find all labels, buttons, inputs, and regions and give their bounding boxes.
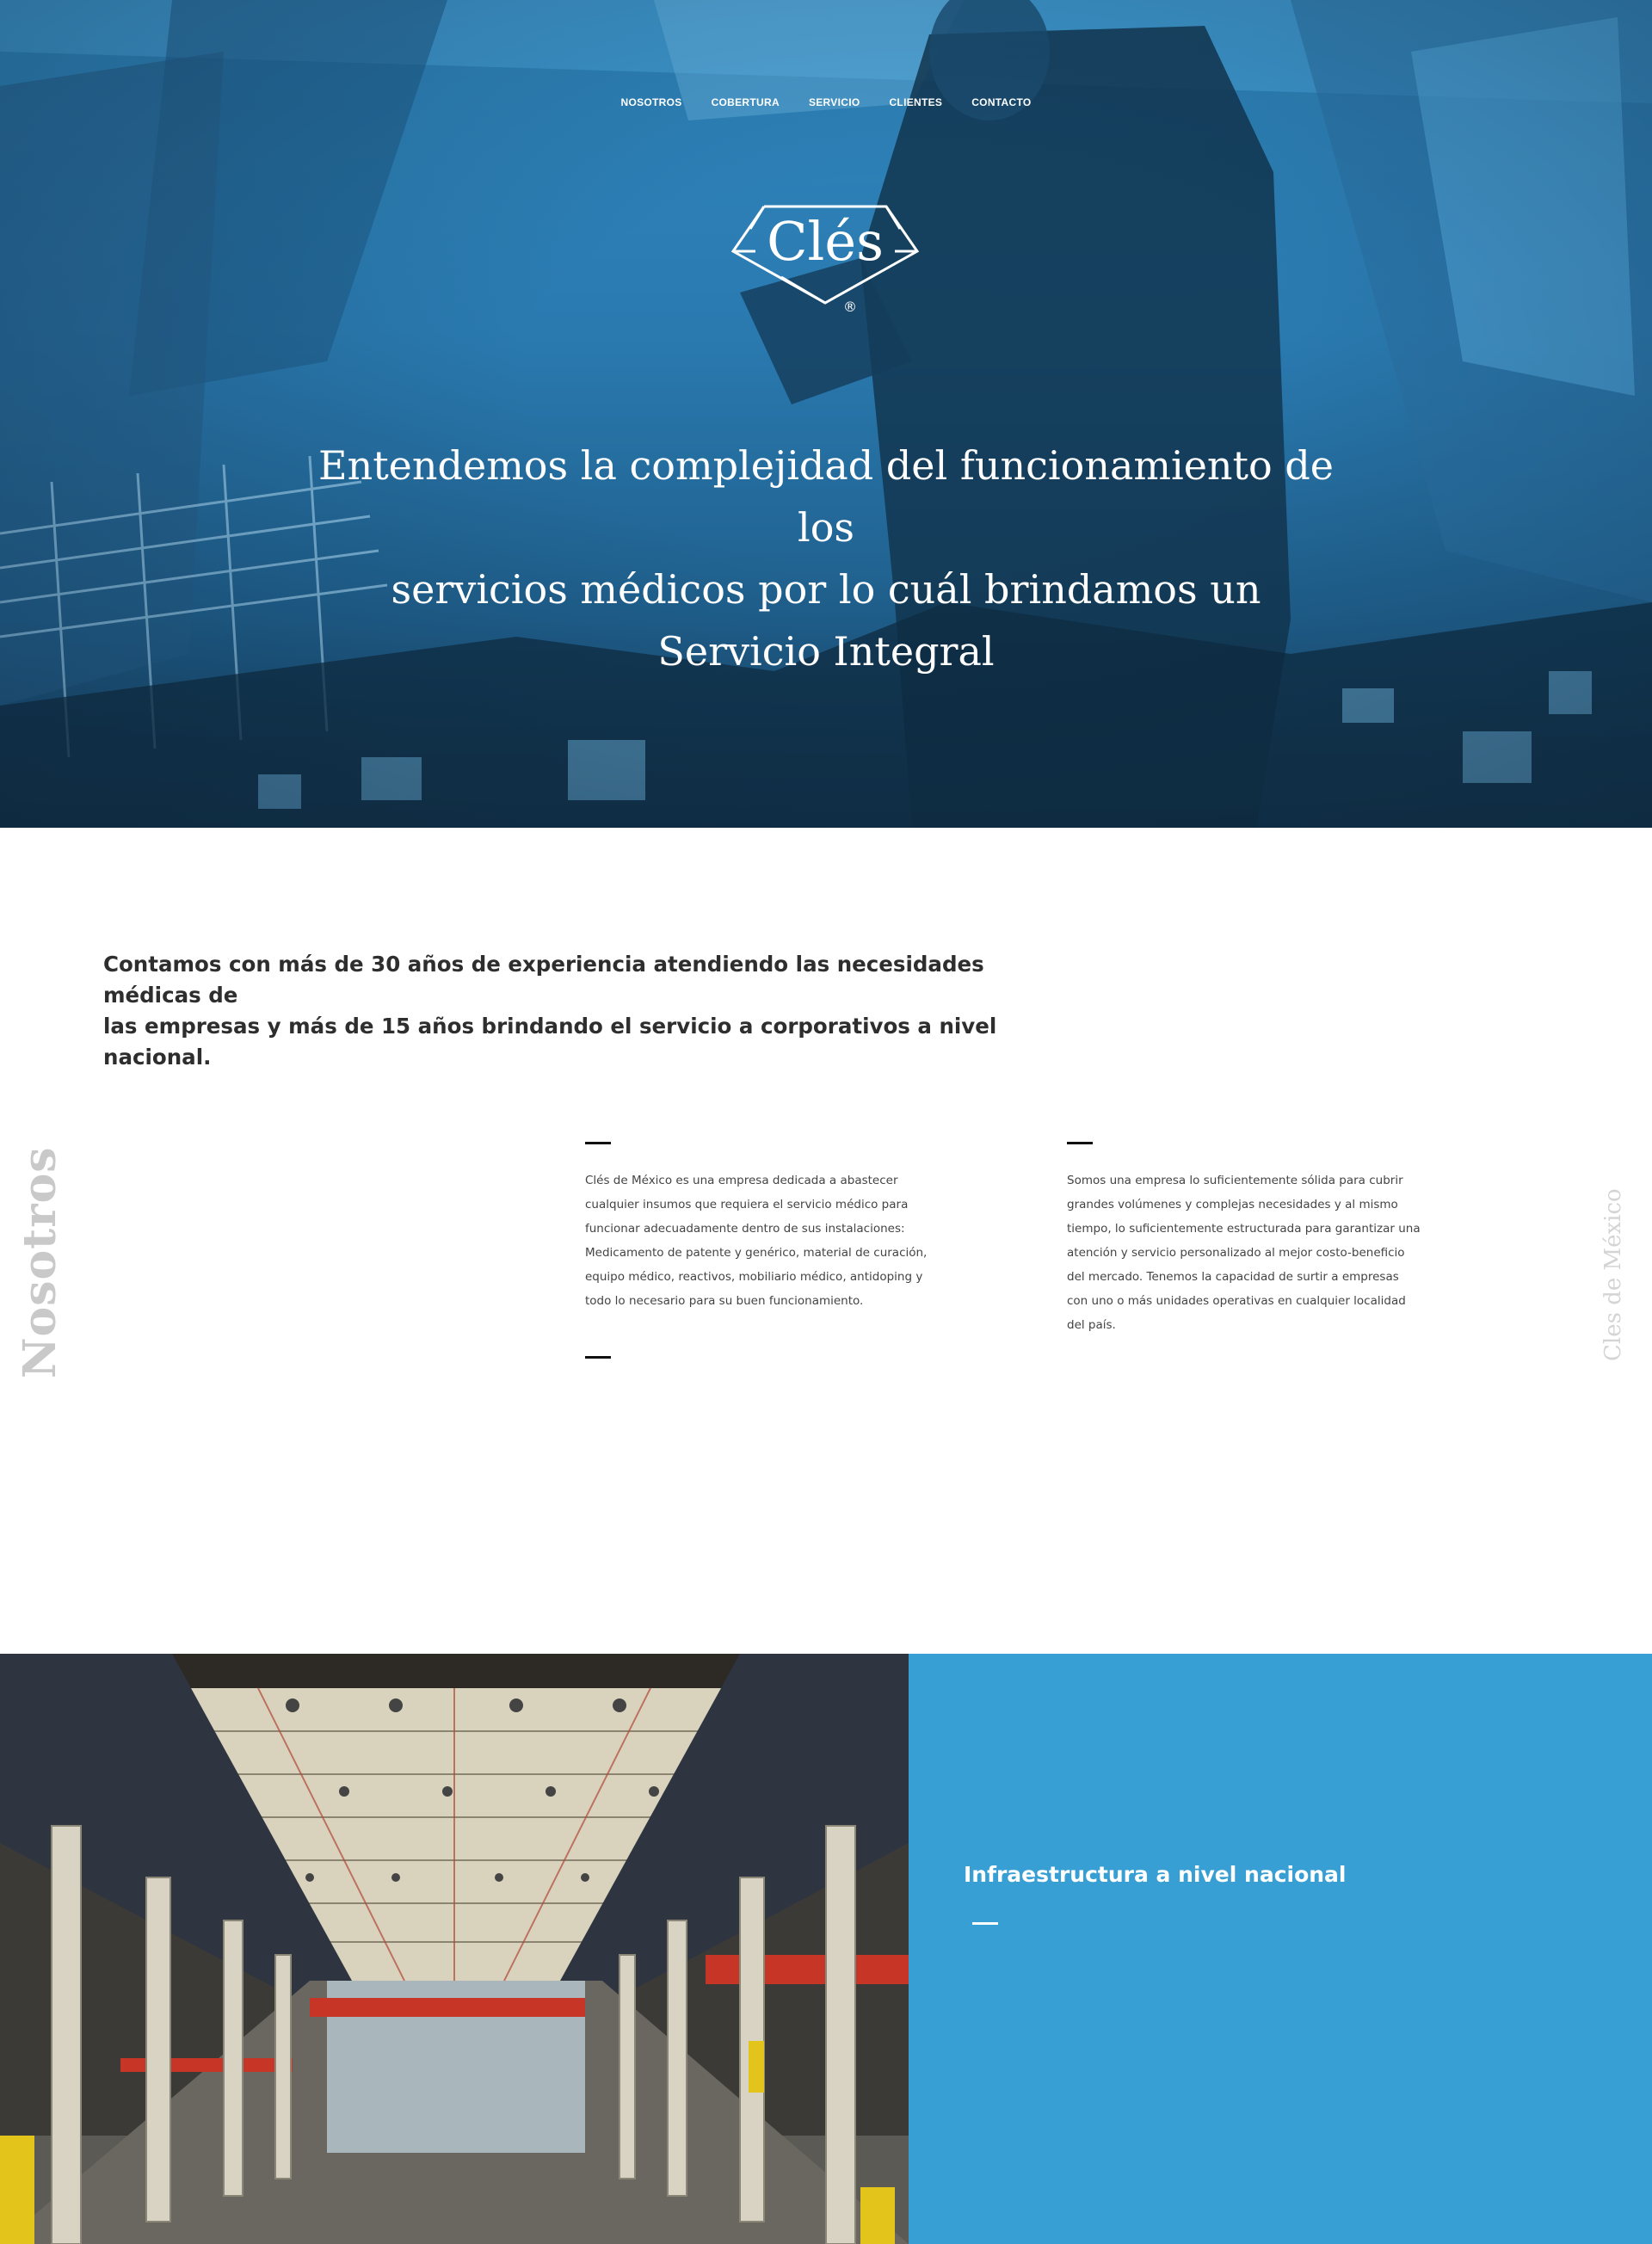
col1-line: Medicamento de patente y genérico, mater…	[585, 1246, 928, 1260]
infra-divider	[972, 1922, 998, 1925]
hero-line: Servicio Integral	[657, 628, 995, 675]
about-column-1: Clés de México es una empresa dedicada a…	[585, 1168, 946, 1313]
lead-line: Contamos con más de 30 años de experienc…	[103, 952, 984, 1008]
infra-title: Infraestructura a nivel nacional	[964, 1862, 1347, 1887]
infraestructura-panel: Infraestructura a nivel nacional	[909, 1654, 1652, 2244]
nav-clientes[interactable]: CLIENTES	[889, 96, 942, 108]
lead-line: las empresas y más de 15 años brindando …	[103, 1014, 997, 1070]
main-nav: NOSOTROS COBERTURA SERVICIO CLIENTES CON…	[0, 96, 1652, 108]
section-label-text: Nosotros	[14, 1146, 66, 1378]
hero-overlay	[0, 0, 1652, 828]
hero-section: NOSOTROS COBERTURA SERVICIO CLIENTES CON…	[0, 0, 1652, 828]
side-label-text: Cles de México	[1600, 1188, 1626, 1361]
factory-illustration	[0, 1654, 909, 2244]
about-lead: Contamos con más de 30 años de experienc…	[103, 949, 1084, 1073]
col2-line: grandes volúmenes y complejas necesidade…	[1067, 1198, 1398, 1211]
cles-logo[interactable]: Clés ®	[730, 200, 921, 318]
divider-dash	[585, 1356, 611, 1359]
col2-line: del país.	[1067, 1318, 1116, 1332]
hero-line: servicios médicos por lo cuál brindamos …	[391, 566, 1261, 613]
col1-line: equipo médico, reactivos, mobiliario méd…	[585, 1270, 923, 1284]
nav-nosotros[interactable]: NOSOTROS	[620, 96, 681, 108]
col1-line: todo lo necesario para su buen funcionam…	[585, 1294, 864, 1308]
hero-line: Entendemos la complejidad del funcionami…	[317, 442, 1335, 551]
section-label-nosotros: Nosotros	[14, 1146, 66, 1385]
registered-mark: ®	[843, 299, 857, 315]
factory-image	[0, 1654, 909, 2244]
divider-dash	[1067, 1142, 1093, 1144]
about-column-2: Somos una empresa lo suficientemente sól…	[1067, 1168, 1428, 1337]
col2-line: Somos una empresa lo suficientemente sól…	[1067, 1174, 1403, 1187]
nav-servicio[interactable]: SERVICIO	[809, 96, 860, 108]
nav-cobertura[interactable]: COBERTURA	[712, 96, 780, 108]
col2-line: con uno o más unidades operativas en cua…	[1067, 1294, 1406, 1308]
col1-line: Clés de México es una empresa dedicada a…	[585, 1174, 898, 1187]
divider-dash	[585, 1142, 611, 1144]
hero-headline: Entendemos la complejidad del funcionami…	[284, 435, 1368, 682]
col2-line: tiempo, lo suficientemente estructurada …	[1067, 1222, 1421, 1236]
col1-line: cualquier insumos que requiera el servic…	[585, 1198, 909, 1211]
side-label-cles-de-mexico: Cles de México	[1597, 1187, 1628, 1364]
col1-line: funcionar adecuadamente dentro de sus in…	[585, 1222, 905, 1236]
col2-line: del mercado. Tenemos la capacidad de sur…	[1067, 1270, 1399, 1284]
col2-line: atención y servicio personalizado al mej…	[1067, 1246, 1405, 1260]
logo-wordmark: Clés	[767, 210, 884, 273]
nav-contacto[interactable]: CONTACTO	[971, 96, 1031, 108]
